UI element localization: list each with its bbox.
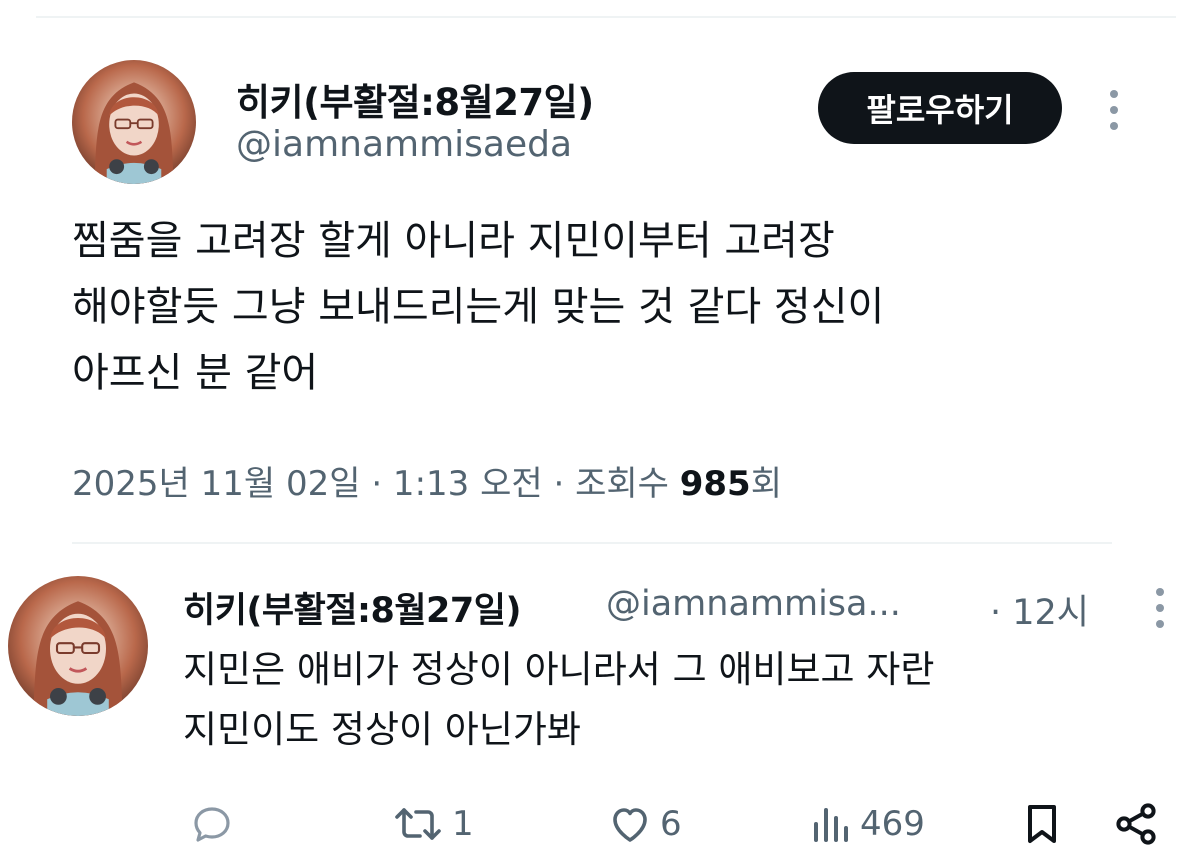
reply-author-name[interactable]: 히키(부활절:8월27일) [183,582,521,633]
bookmark-icon [1028,805,1056,843]
views-button[interactable]: 469 [806,800,925,848]
post-text-line: 아프신 분 같어 [72,350,319,396]
repost-button[interactable]: 1 [390,800,474,848]
like-count: 6 [660,804,682,844]
top-divider [36,16,1176,18]
section-divider [72,542,1112,544]
view-count-suffix: 회 [750,464,782,504]
share-icon [1116,803,1156,845]
repost-count: 1 [452,804,474,844]
more-options-icon[interactable] [1104,90,1124,130]
avatar-portrait-icon [33,601,123,716]
post-timestamp[interactable]: 2025년 11월 02일 · 1:13 오전 · 조회수 [72,464,680,504]
views-count: 469 [860,804,925,844]
reply-author-handle[interactable]: @iamnammisa... [606,584,901,624]
reply-author-avatar[interactable] [8,576,148,716]
like-button[interactable]: 6 [606,800,682,848]
post-text-line: 찜줌을 고려장 할게 아니라 지민이부터 고려장 [72,218,835,264]
avatar-portrait-icon [94,82,174,184]
views-chart-icon [814,808,848,842]
reply-text: 지민은 애비가 정상이 아니라서 그 애비보고 자란 지민이도 정상이 아닌가봐 [183,640,934,760]
reply-button[interactable] [188,800,242,848]
view-count: 985 [679,464,751,504]
bookmark-button[interactable] [1018,800,1066,848]
reply-text-line: 지민은 애비가 정상이 아니라서 그 애비보고 자란 [183,648,935,691]
author-handle[interactable]: @iamnammisaeda [236,124,572,165]
follow-button[interactable]: 팔로우하기 [818,72,1062,144]
author-avatar[interactable] [72,60,196,184]
share-button[interactable] [1112,800,1160,848]
heart-icon [613,808,647,842]
post-text: 찜줌을 고려장 할게 아니라 지민이부터 고려장 해야할듯 그냥 보내드리는게 … [72,208,1152,406]
post-meta: 2025년 11월 02일 · 1:13 오전 · 조회수 985회 [72,456,782,505]
reply-icon [194,807,230,842]
post-text-line: 해야할듯 그냥 보내드리는게 맞는 것 같다 정신이 [72,284,885,330]
author-name[interactable]: 히키(부활절:8월27일) [236,72,594,126]
reply-timestamp[interactable]: · 12시 [990,584,1089,635]
repost-icon [395,808,441,840]
reply-text-line: 지민이도 정상이 아닌가봐 [183,708,581,751]
reply-more-options-icon[interactable] [1150,588,1170,628]
